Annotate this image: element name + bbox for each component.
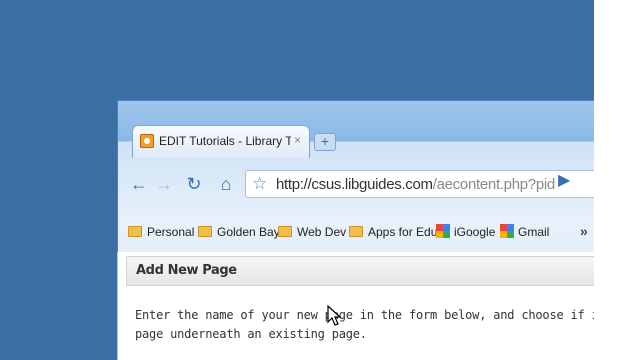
mouse-cursor-icon: [327, 305, 341, 326]
bookmark-web-dev[interactable]: Web Dev: [278, 222, 346, 242]
browser-tab[interactable]: EDIT Tutorials - Library Tec... ×: [132, 125, 310, 158]
back-arrow-icon[interactable]: ←: [127, 172, 151, 196]
instructions-text: Enter the name of your new page in the f…: [135, 306, 594, 344]
address-bar[interactable]: ☆ http://csus.libguides.com/aecontent.ph…: [245, 170, 594, 198]
bookmark-igoogle[interactable]: iGoogle: [436, 222, 495, 242]
forward-arrow-icon[interactable]: →: [152, 172, 176, 196]
page-content: Add New Page Enter the name of your new …: [117, 252, 594, 360]
home-icon[interactable]: ⌂: [214, 172, 238, 196]
instructions-line-1: Enter the name of your new page in the f…: [135, 308, 594, 322]
bookmark-star-icon[interactable]: ☆: [252, 174, 267, 194]
page-title: Add New Page: [136, 263, 237, 278]
bookmark-label: Gmail: [518, 225, 550, 239]
bookmarks-overflow-icon[interactable]: »: [580, 223, 588, 239]
tab-close-icon[interactable]: ×: [294, 133, 301, 147]
url-text[interactable]: http://csus.libguides.com/aecontent.php?…: [276, 176, 556, 193]
bookmark-label: Web Dev: [297, 225, 347, 239]
url-path: /aecontent.php?pid=12: [432, 176, 556, 193]
folder-icon: [128, 226, 142, 237]
folder-icon: [198, 226, 212, 237]
bookmark-apps-for-edu[interactable]: Apps for Edu: [349, 222, 437, 242]
bookmark-label: iGoogle: [454, 225, 496, 239]
navigation-toolbar: ← → ↻ ⌂ ☆ http://csus.libguides.com/aeco…: [118, 158, 594, 214]
instructions-line-2: page underneath an existing page.: [135, 327, 367, 341]
browser-window: EDIT Tutorials - Library Tec... × + ← → …: [117, 100, 594, 360]
favicon-icon: [140, 134, 154, 148]
folder-icon: [349, 226, 363, 237]
google-icon: [500, 224, 514, 238]
screen-edge: [594, 0, 640, 360]
new-tab-button[interactable]: +: [314, 133, 336, 151]
folder-icon: [278, 226, 292, 237]
url-host: http://csus.libguides.com: [276, 176, 433, 193]
bookmark-label: Golden Bay: [217, 225, 280, 239]
tab-title: EDIT Tutorials - Library Tec...: [159, 134, 291, 148]
bookmarks-bar: Personal Golden Bay Web Dev Apps for Edu…: [118, 218, 594, 246]
bookmark-golden-bay[interactable]: Golden Bay: [198, 222, 280, 242]
reload-icon[interactable]: ↻: [182, 172, 206, 196]
browser-frame: EDIT Tutorials - Library Tec... × + ← → …: [117, 100, 594, 260]
bookmark-gmail[interactable]: Gmail: [500, 222, 549, 242]
page-menu-arrow-icon[interactable]: ▶: [558, 170, 570, 190]
bookmark-label: Personal: [147, 225, 195, 239]
google-icon: [436, 224, 450, 238]
bookmark-label: Apps for Edu: [368, 225, 438, 239]
bookmark-personal[interactable]: Personal: [128, 222, 194, 242]
section-header: Add New Page: [126, 256, 594, 286]
